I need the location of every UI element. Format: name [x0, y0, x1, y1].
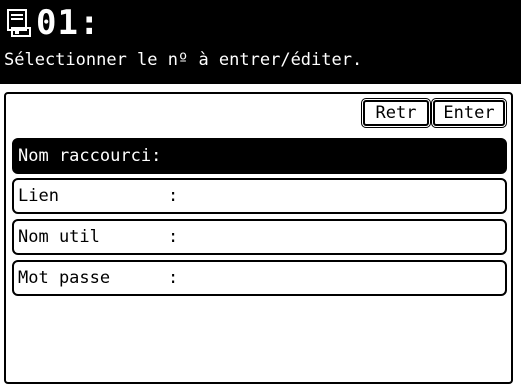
row-nom-raccourci[interactable]: Nom raccourci:	[12, 138, 507, 174]
entry-number: 01:	[36, 3, 101, 43]
row-colon: :	[168, 227, 179, 247]
row-nom-util[interactable]: Nom util:	[12, 219, 507, 255]
row-colon: :	[151, 146, 162, 166]
row-label: Nom raccourci	[18, 146, 152, 166]
row-label: Nom util	[18, 227, 100, 247]
retr-button[interactable]: Retr	[361, 98, 431, 128]
instruction-text: Sélectionner le nº à entrer/éditer.	[4, 50, 363, 70]
row-lien[interactable]: Lien:	[12, 178, 507, 214]
document-icon	[7, 9, 31, 37]
row-mot-passe[interactable]: Mot passe:	[12, 260, 507, 296]
entry-panel: Retr Enter Nom raccourci: Lien: Nom util…	[4, 92, 513, 384]
row-colon: :	[168, 186, 179, 206]
header-bar: 01: Sélectionner le nº à entrer/éditer.	[0, 0, 521, 84]
enter-button[interactable]: Enter	[431, 98, 507, 128]
title-row: 01:	[6, 3, 100, 43]
row-colon: :	[168, 268, 179, 288]
row-label: Lien	[18, 186, 59, 206]
row-label: Mot passe	[18, 268, 111, 288]
top-buttons: Retr Enter	[361, 98, 507, 128]
